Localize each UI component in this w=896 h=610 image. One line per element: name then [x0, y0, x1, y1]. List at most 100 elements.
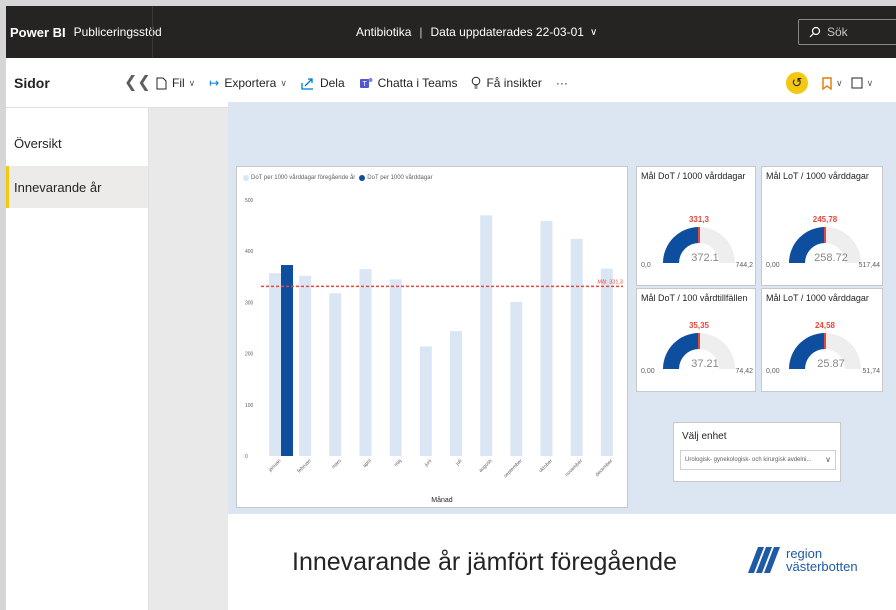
y-tick-label: 500 — [245, 198, 254, 204]
gauge-min: 0,0 — [641, 262, 651, 269]
x-tick-label: september — [503, 458, 524, 479]
y-tick-label: 100 — [245, 403, 254, 409]
teams-label: Chatta i Teams — [377, 76, 458, 90]
gauge-card-lot-1000[interactable]: Mål LoT / 1000 vårddagar 245,78 258.72 0,0… — [761, 166, 883, 286]
report-title-bar[interactable]: Antibiotika | Data uppdaterades 22-03-01… — [356, 6, 597, 58]
gauge-max: 517,44 — [859, 262, 881, 269]
chevron-down-icon: ∨ — [836, 77, 843, 88]
app-name[interactable]: Power BI — [10, 25, 66, 40]
x-tick-label: april — [362, 458, 373, 469]
more-icon: ··· — [555, 76, 568, 90]
gauge-title: Mål LoT / 1000 vårddagar — [766, 171, 869, 181]
y-tick-label: 400 — [245, 249, 254, 255]
x-tick-label: augusti — [478, 458, 494, 474]
x-tick-label: maj — [393, 458, 403, 468]
data-updated: Data uppdaterades 22-03-01 — [430, 25, 584, 39]
x-tick-label: mars — [331, 458, 343, 470]
gauge-value: 372.1 — [691, 252, 719, 264]
bar-chart: 0 100 200 300 400 500 januari februari mars april… — [245, 198, 623, 504]
bar-previous-year — [510, 301, 523, 456]
section-title: Innevarande år jämfört föregående — [292, 548, 677, 576]
gauge-title: Mål DoT / 1000 vårddagar — [641, 171, 746, 181]
toolbar: Sidor ❮❮ Fil ∨ ↦ Exportera ∨ Dela T Chat… — [6, 58, 896, 108]
x-tick-label: juli — [454, 458, 463, 467]
logo-mark-icon — [748, 547, 780, 573]
gauge-chart: 245,78 258.72 0,00 517,44 — [766, 215, 881, 269]
insights-button[interactable]: Få insikter — [471, 76, 542, 90]
x-tick-label: december — [594, 458, 614, 478]
x-tick-label: juni — [423, 458, 433, 468]
gauge-chart: 24,58 25.87 0,00 51,74 — [766, 321, 880, 375]
report-name: Antibiotika — [356, 25, 412, 39]
export-arrow-icon: ↦ — [209, 76, 220, 90]
view-icon — [851, 77, 863, 89]
document-icon — [156, 77, 167, 90]
teams-icon: T — [359, 76, 373, 90]
gauge-target-value: 35,35 — [689, 321, 710, 330]
bar-previous-year — [389, 279, 402, 456]
unit-dropdown[interactable]: Urologisk- gynekologisk- och kirurgisk a… — [680, 450, 836, 470]
file-label: Fil — [172, 76, 185, 90]
bar-chart-card[interactable]: DoT per 1000 vårddagar föregående år DoT… — [236, 166, 628, 508]
gauge-chart: 331,3 372.1 0,0 744,2 — [641, 215, 753, 269]
chevron-down-icon: ∨ — [866, 77, 874, 88]
gauge-max: 744,2 — [735, 262, 753, 269]
unit-slicer: Välj enhet Urologisk- gynekologisk- och … — [673, 422, 841, 482]
page-item-innevarande-ar[interactable]: Innevarande år — [6, 166, 148, 208]
file-menu[interactable]: Fil ∨ — [156, 76, 195, 90]
share-icon — [301, 77, 315, 90]
chevron-down-icon[interactable]: ∨ — [590, 27, 597, 38]
gauge-value: 258.72 — [814, 252, 848, 264]
gauge-card-dot-100[interactable]: Mål DoT / 100 vårdtillfällen 35,35 37.21 0… — [636, 288, 756, 392]
teams-chat-button[interactable]: T Chatta i Teams — [359, 76, 458, 90]
bar-previous-year — [269, 273, 281, 456]
bar-previous-year — [359, 269, 372, 456]
bar-previous-year — [540, 220, 553, 456]
gauge-value: 37.21 — [691, 358, 719, 370]
x-axis-label: Månad — [431, 496, 453, 504]
bar-previous-year — [299, 275, 312, 456]
chevron-down-icon: ∨ — [825, 455, 831, 464]
gauge-target-value: 245,78 — [813, 215, 838, 224]
chevron-down-icon: ∨ — [280, 77, 287, 88]
x-tick-label: oktober — [538, 458, 554, 474]
y-tick-label: 300 — [245, 300, 254, 306]
gauge-card-dot-1000[interactable]: Mål DoT / 1000 vårddagar 331,3 372.1 0,0 74… — [636, 166, 756, 286]
gauge-min: 0,00 — [641, 368, 655, 375]
logo-line-2: västerbotten — [786, 559, 858, 574]
gauge-title: Mål DoT / 100 vårdtillfällen — [641, 293, 748, 303]
x-tick-label: februari — [296, 458, 312, 474]
bar-previous-year — [450, 331, 462, 456]
slicer-label: Välj enhet — [682, 431, 727, 442]
chevron-down-icon: ∨ — [188, 77, 196, 88]
reset-icon[interactable]: ↺ — [786, 72, 808, 94]
collapse-pane-icon[interactable]: ❮❮ — [124, 72, 151, 92]
search-box[interactable]: Sök — [798, 19, 896, 45]
view-menu[interactable]: ∨ — [851, 77, 874, 89]
gauge-card-lot-1000-b[interactable]: Mål LoT / 1000 vårddagar 24,58 25.87 0,00 5… — [761, 288, 883, 392]
page-item-oversikt[interactable]: Översikt — [6, 122, 148, 164]
bookmark-icon — [822, 76, 832, 90]
more-options-button[interactable]: ··· — [556, 76, 568, 90]
svg-text:T: T — [362, 81, 367, 88]
share-button[interactable]: Dela — [301, 76, 345, 90]
insights-label: Få insikter — [486, 76, 542, 90]
export-menu[interactable]: ↦ Exportera ∨ — [209, 76, 287, 90]
bar-previous-year — [600, 268, 613, 456]
x-tick-label: januari — [267, 458, 283, 474]
top-bar: Power BI Publiceringsstöd Antibiotika | … — [6, 6, 896, 58]
bookmark-menu[interactable]: ∨ — [822, 76, 843, 90]
export-label: Exportera — [224, 76, 277, 90]
y-tick-label: 0 — [245, 454, 248, 460]
workspace-name[interactable]: Publiceringsstöd — [74, 25, 162, 39]
region-logo: region västerbotten — [746, 545, 858, 575]
topbar-divider — [152, 6, 153, 58]
search-placeholder: Sök — [827, 25, 848, 39]
gauge-min: 0,00 — [766, 262, 780, 269]
bar-previous-year — [570, 238, 583, 456]
search-icon — [809, 26, 821, 38]
dropdown-value: Urologisk- gynekologisk- och kirurgisk a… — [685, 457, 812, 463]
y-tick-label: 200 — [245, 352, 254, 358]
gauge-min: 0,00 — [766, 368, 780, 375]
gauge-title: Mål LoT / 1000 vårddagar — [766, 293, 869, 303]
